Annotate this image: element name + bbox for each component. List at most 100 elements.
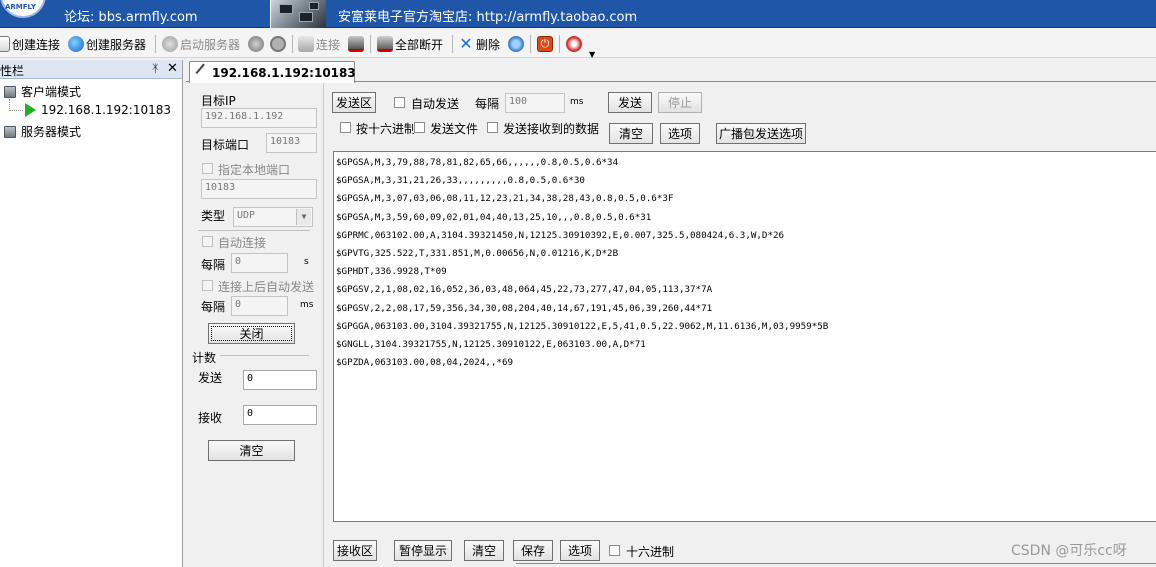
panel-header: 性栏 ᛡ ✕ [0,60,182,79]
close-connection-button[interactable]: 关闭 [208,323,295,344]
auto-send-interval-field[interactable]: 100 [505,93,565,113]
close-icon[interactable]: ✕ [167,61,178,76]
recv-count-field[interactable]: 0 [243,405,317,425]
tab-connection[interactable]: 192.168.1.192:10183 [189,61,356,83]
close-server-button[interactable] [270,34,286,54]
auto-connect-interval-field[interactable]: 0 [231,253,288,273]
app-window: ARMFLY 论坛: bbs.armfly.com 安富莱电子官方淘宝店: ht… [0,0,1156,567]
start-server-button[interactable]: 启动服务器 [162,34,240,54]
toolbar-separator [292,35,293,53]
disconnect-all-icon [377,36,393,52]
gears-icon [508,36,524,52]
every-label: 每隔 [475,97,500,111]
type-select[interactable]: UDP ▼ [233,207,313,227]
received-line: $GPGSA,M,3,59,60,09,02,01,04,40,13,25,10… [336,211,652,223]
clear-send-button[interactable]: 清空 [609,123,653,144]
toolbar-separator [530,35,531,53]
local-port-field[interactable]: 10183 [201,179,317,199]
forum-link[interactable]: 论坛: bbs.armfly.com [64,6,198,25]
received-line: $GPVTG,325.522,T,331.851,M,0.00656,N,0.0… [336,248,619,260]
tree-node-server-mode[interactable]: 服务器模式 [4,123,81,140]
board-image [270,0,326,28]
unit-ms-label: ms [300,300,314,310]
armfly-logo: ARMFLY [0,0,46,18]
unit-s-label: s [304,257,309,267]
client-mode-label: 客户端模式 [21,85,82,99]
specify-local-port-checkbox[interactable] [202,163,213,174]
separator-line [198,230,310,231]
disconnect-all-label: 全部断开 [395,37,444,52]
auto-send-interval-field[interactable]: 0 [231,296,288,316]
close-circle-icon [270,36,286,52]
toolbar: 创建连接 创建服务器 启动服务器 连接 全部断开 ✕ 删除 ⏻ ▼ [0,30,1156,59]
auto-send-after-connect-checkbox[interactable] [202,280,213,291]
delete-x-icon: ✕ [459,34,473,53]
toolbar-separator [452,35,453,53]
help-icon [566,36,582,52]
received-line: $GPGGA,063103.00,3104.39321755,N,12125.3… [336,320,829,332]
delete-button[interactable]: ✕ 删除 [458,34,500,54]
save-receive-button[interactable]: 保存 [513,540,553,561]
received-line: $GPGSA,M,3,31,21,26,33,,,,,,,,,0.8,0.5,0… [336,175,585,187]
help-button[interactable] [566,34,582,54]
target-ip-field[interactable]: 192.168.1.192 [201,108,317,128]
broadcast-options-button[interactable]: 广播包发送选项 [716,123,806,144]
received-data-view[interactable]: $GPGSA,M,3,79,88,78,81,82,65,66,,,,,,0.8… [333,151,1156,522]
send-file-checkbox[interactable] [414,122,425,133]
auto-send-after-connect-label: 连接上后自动发送 [218,280,315,294]
play-icon [25,103,36,117]
auto-connect-checkbox[interactable] [202,236,213,247]
connect-button[interactable]: 连接 [298,34,340,54]
header-banner: ARMFLY 论坛: bbs.armfly.com 安富莱电子官方淘宝店: ht… [0,0,1156,28]
tab-label: 192.168.1.192:10183 [212,65,356,80]
received-line: $GPGSA,M,3,07,03,06,08,11,12,23,21,34,38… [336,193,674,205]
create-connection-button[interactable]: 创建连接 [0,34,60,54]
disconnect-all-button[interactable]: 全部断开 [377,34,443,54]
auto-send-checkbox[interactable] [394,97,405,108]
stop-button[interactable]: 停止 [658,92,702,113]
target-port-field[interactable]: 10183 [266,133,317,153]
bottom-divider [516,563,1156,567]
settings-button[interactable] [508,34,524,54]
connect-icon [298,36,314,52]
send-options-button[interactable]: 选项 [660,123,700,144]
taobao-shop-link[interactable]: 安富莱电子官方淘宝店: http://armfly.taobao.com [338,6,637,25]
pin-icon[interactable]: ᛡ [152,62,159,75]
disconnect-button[interactable] [348,34,364,54]
properties-panel: 性栏 ᛡ ✕ 客户端模式 192.168.1.192:10183 服务器模式 [0,60,183,567]
power-button[interactable]: ⏻ [537,34,553,54]
tree-node-client-mode[interactable]: 客户端模式 [4,83,81,100]
received-line: $GPGSA,M,3,79,88,78,81,82,65,66,,,,,,0.8… [336,157,619,168]
tree-node-client-connection[interactable]: 192.168.1.192:10183 [25,103,171,117]
computer-icon [4,125,16,138]
send-received-checkbox[interactable] [487,122,498,133]
disconnect-icon [348,36,364,52]
unit-ms-label: ms [570,97,584,107]
receive-options-button[interactable]: 选项 [560,540,600,561]
received-line: $GNGLL,3104.39321755,N,12125.30910122,E,… [336,339,646,351]
toolbar-separator [370,35,371,53]
stop-server-button[interactable] [248,34,264,54]
separator-line [220,355,309,356]
computer-icon [4,85,16,98]
type-label: 类型 [201,209,226,223]
every-label: 每隔 [201,300,226,314]
recv-count-label: 接收 [198,411,223,425]
send-button[interactable]: 发送 [608,92,652,113]
toolbar-separator [155,35,156,53]
toolbar-separator [559,35,560,53]
clear-receive-button[interactable]: 清空 [464,540,504,561]
send-file-label: 发送文件 [430,122,479,136]
logo-text: ARMFLY [5,3,36,11]
start-server-icon [162,36,178,52]
pause-display-button[interactable]: 暂停显示 [394,540,452,561]
hex-send-checkbox[interactable] [340,122,351,133]
receive-area-label: 接收区 [333,540,377,561]
create-server-button[interactable]: 创建服务器 [68,34,146,54]
type-select-value: UDP [237,210,256,221]
clear-count-button[interactable]: 清空 [208,440,295,461]
send-count-field[interactable]: 0 [243,370,317,390]
tab-strip: 192.168.1.192:10183 [186,60,1156,83]
hex-display-checkbox[interactable] [609,545,620,556]
count-label: 计数 [192,351,217,365]
